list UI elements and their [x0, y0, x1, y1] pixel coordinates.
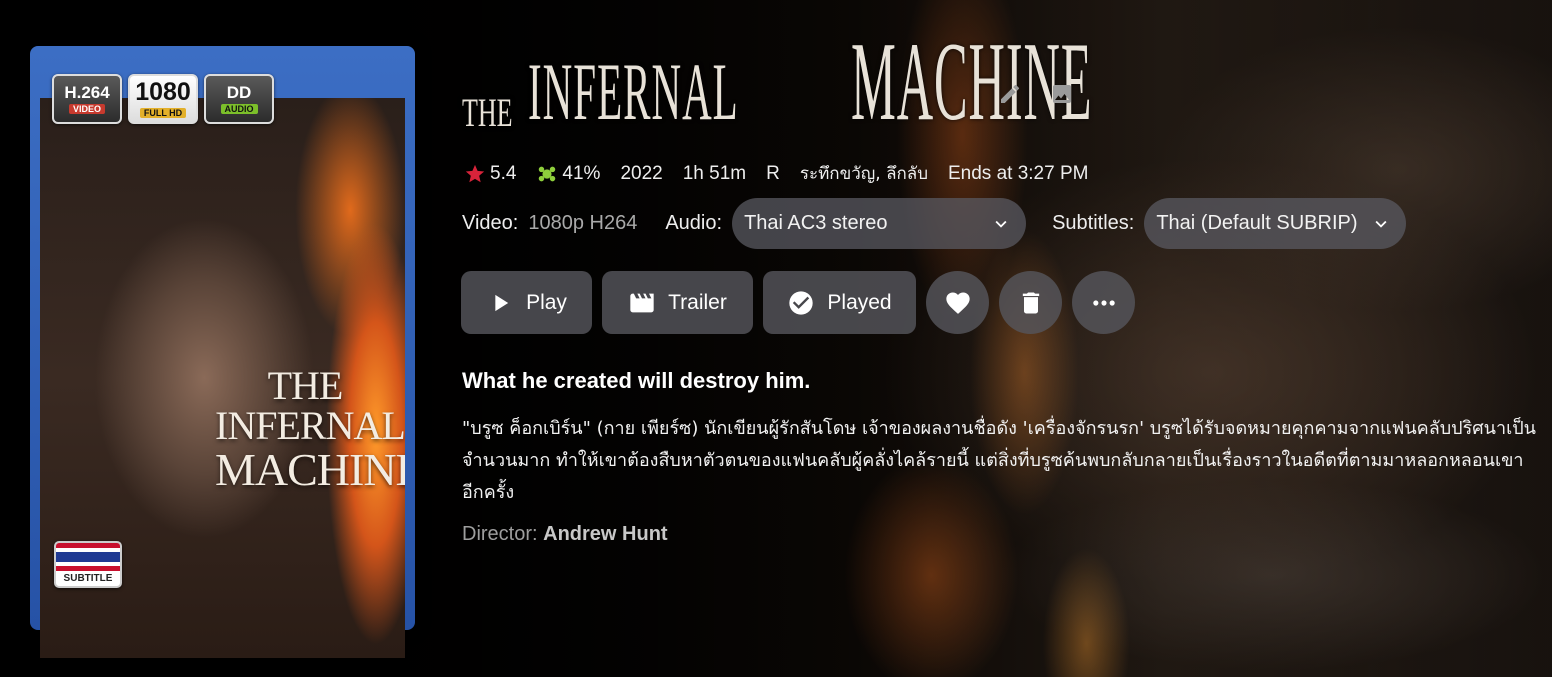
favorite-button[interactable] — [926, 271, 989, 334]
star-icon — [465, 164, 485, 182]
runtime: 1h 51m — [682, 162, 747, 184]
poster-badges: H.264 VIDEO 1080 FULL HD DD AUDIO — [52, 74, 274, 124]
check-circle-icon — [789, 290, 814, 315]
splat-icon — [539, 166, 556, 181]
video-label: Video: — [462, 212, 519, 234]
trailer-button[interactable]: Trailer — [602, 271, 753, 334]
trash-icon — [1022, 292, 1039, 313]
year: 2022 — [620, 162, 663, 184]
play-button[interactable]: Play — [461, 271, 592, 334]
play-icon — [495, 294, 509, 311]
director: Director: Andrew Hunt — [462, 523, 668, 545]
image-icon[interactable] — [1050, 82, 1074, 106]
director-link[interactable]: Andrew Hunt — [543, 523, 667, 545]
overview: "บรูซ ค็อกเบิร์น" (กาย เพียร์ซ) นักเขียน… — [462, 418, 1536, 503]
audio-select[interactable]: Thai AC3 stereo — [732, 198, 1027, 249]
poster-art-title: THE INFERNAL MACHINE — [215, 363, 405, 495]
subtitles-select[interactable]: Thai (Default SUBRIP) — [1144, 198, 1407, 249]
codec-badge: H.264 VIDEO — [52, 74, 122, 124]
film-icon — [630, 293, 654, 312]
critic-rating: 41% — [536, 163, 600, 185]
edit-icon[interactable] — [998, 82, 1022, 106]
subtitles-label: Subtitles: — [1052, 212, 1135, 234]
resolution-badge: 1080 FULL HD — [128, 74, 198, 124]
ends-at: Ends at 3:27 PM — [947, 162, 1089, 184]
chevron-down-icon — [995, 220, 1007, 228]
tagline: What he created will destroy him. — [462, 368, 811, 393]
more-button[interactable] — [1072, 271, 1135, 334]
action-buttons: Play Trailer Played — [461, 271, 1135, 334]
audio-label: Audio: — [665, 212, 723, 234]
mpaa-rating: R — [766, 162, 780, 184]
delete-button[interactable] — [999, 271, 1062, 334]
video-value: 1080p H264 — [528, 212, 638, 234]
genres: ระทึกขวัญ, ลึกลับ — [799, 164, 928, 184]
community-rating: 5.4 — [464, 163, 516, 185]
audio-badge: DD AUDIO — [204, 74, 274, 124]
metadata-row: 5.4 41% 2022 1h 51m R ระทึกขวัญ, ลึกลับ … — [464, 160, 1088, 187]
title-logo: THE INFERNAL MACHINE — [462, 20, 1093, 144]
heart-icon — [945, 292, 970, 314]
chevron-down-icon — [1375, 220, 1387, 228]
subtitle-badge: SUBTITLE — [54, 541, 122, 588]
more-icon — [1092, 299, 1115, 306]
stream-selectors: Video: 1080p H264 Audio: Thai AC3 stereo… — [462, 198, 1432, 249]
thai-flag-icon — [56, 543, 120, 571]
played-button[interactable]: Played — [763, 271, 916, 334]
